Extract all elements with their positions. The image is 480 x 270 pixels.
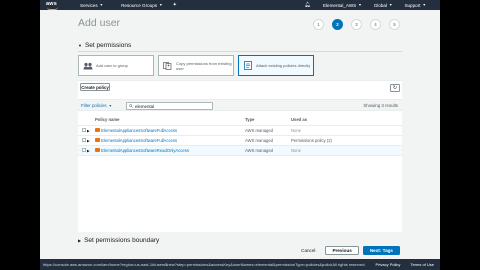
- resource-groups-label: Resource Groups: [121, 2, 158, 8]
- status-bar: https://console.aws.amazon.com/iam/home?…: [40, 259, 440, 270]
- set-permissions-toggle[interactable]: ▼ Set permissions: [78, 42, 131, 49]
- policy-type: AWS managed: [245, 145, 291, 156]
- search-input[interactable]: [135, 103, 205, 109]
- col-policy-name[interactable]: Policy name: [95, 115, 245, 126]
- aws-smile-icon: [47, 7, 58, 10]
- terms-of-use-link[interactable]: Terms of Use: [410, 262, 434, 267]
- option-attach-policies[interactable]: Attach existing policies directly: [238, 55, 314, 76]
- table-row[interactable]: ▶ ElementalAppliancesSoftwareFullAccess …: [78, 125, 402, 136]
- option-add-to-group[interactable]: Add user to group: [78, 55, 154, 76]
- chevron-down-icon: ▼: [159, 3, 163, 7]
- letterbox-right: [440, 0, 480, 270]
- set-boundary-heading: Set permissions boundary: [84, 237, 160, 244]
- policy-used-as: None: [291, 145, 402, 156]
- policy-icon: [95, 148, 100, 153]
- pin-icon[interactable]: ✦: [173, 2, 177, 8]
- support-label: Support: [404, 2, 421, 8]
- policy-icon: [95, 128, 100, 133]
- row-checkbox[interactable]: [82, 127, 86, 132]
- policy-icon: [95, 138, 100, 143]
- policy-type: AWS managed: [245, 125, 291, 136]
- page-title: Add user: [78, 17, 121, 29]
- policy-table: Policy name Type Used as ▶ ElementalAppl…: [78, 115, 402, 156]
- col-type[interactable]: Type: [245, 115, 291, 126]
- chevron-down-icon: ▼: [99, 3, 104, 7]
- table-header-row: Policy name Type Used as: [78, 115, 402, 126]
- step-1[interactable]: 1: [313, 19, 324, 30]
- create-policy-button[interactable]: Create policy: [80, 83, 110, 91]
- table-row[interactable]: ▶ ElementalAppliancesSoftwareFullAccess …: [78, 135, 402, 146]
- account-label: Elemental_AWS: [322, 2, 357, 8]
- triangle-right-icon[interactable]: ▶: [87, 149, 90, 153]
- chevron-down-icon: ▼: [422, 3, 426, 7]
- policy-panel: Create policy ↻ Filter policies ▼ Showin…: [78, 80, 402, 232]
- chevron-down-icon: ▼: [108, 103, 113, 108]
- rights-text: All rights reserved.: [332, 262, 366, 267]
- policy-name-link[interactable]: ElementalAppliancesSoftwareReadOnlyAcces…: [101, 148, 189, 153]
- set-permissions-heading: Set permissions: [84, 42, 132, 49]
- triangle-right-icon[interactable]: ▶: [87, 129, 90, 133]
- results-count: Showing 3 results: [363, 103, 398, 108]
- next-tags-button[interactable]: Next: Tags: [362, 246, 400, 255]
- filter-bar: Filter policies ▼ Showing 3 results: [78, 99, 402, 111]
- top-navigation: aws Services ▼ Resource Groups ▼ ✦ 🔔︎ El…: [40, 0, 440, 10]
- option-label: Add user to group: [96, 63, 128, 68]
- triangle-down-icon: ▼: [78, 43, 82, 48]
- letterbox-left: [0, 0, 40, 270]
- account-menu[interactable]: Elemental_AWS ▼: [323, 3, 362, 8]
- services-label: Services: [80, 2, 98, 8]
- policy-used-as: None: [291, 125, 402, 136]
- chevron-down-icon: ▼: [388, 3, 393, 7]
- wizard-steps: 1 2 3 4 5: [313, 19, 400, 30]
- policy-name-link[interactable]: ElementalAppliancesSoftwareFullAccess: [101, 128, 177, 133]
- search-box[interactable]: [126, 102, 213, 110]
- bell-icon[interactable]: 🔔︎: [305, 2, 311, 8]
- chevron-down-icon: ▼: [358, 3, 362, 7]
- policy-used-as: Permissions policy (2): [291, 135, 402, 146]
- option-copy-permissions[interactable]: Copy permissions from existing user: [158, 55, 234, 76]
- set-boundary-toggle[interactable]: ▶ Set permissions boundary: [78, 237, 159, 244]
- policy-type: AWS managed: [245, 135, 291, 146]
- triangle-right-icon[interactable]: ▶: [87, 139, 90, 143]
- step-5[interactable]: 5: [389, 19, 400, 30]
- step-2[interactable]: 2: [332, 19, 343, 30]
- filter-policies-dropdown[interactable]: Filter policies ▼: [81, 103, 112, 108]
- option-label: Attach existing policies directly: [256, 63, 311, 68]
- refresh-button[interactable]: ↻: [390, 84, 400, 92]
- copy-user-icon: [163, 61, 173, 70]
- console-window: aws Services ▼ Resource Groups ▼ ✦ 🔔︎ El…: [40, 0, 440, 270]
- triangle-right-icon: ▶: [78, 238, 82, 243]
- search-icon: [129, 103, 133, 109]
- cancel-button[interactable]: Cancel: [301, 248, 315, 253]
- option-label: Copy permissions from existing user: [176, 60, 232, 71]
- row-checkbox[interactable]: [82, 137, 86, 142]
- row-checkbox[interactable]: [82, 147, 86, 152]
- region-label: Global: [373, 2, 387, 8]
- section-divider: [78, 51, 402, 52]
- table-row[interactable]: ▶ ElementalAppliancesSoftwareReadOnlyAcc…: [78, 145, 402, 156]
- policy-name-link[interactable]: ElementalAppliancesSoftwareFullAccess: [101, 138, 177, 143]
- wizard-footer: Cancel Previous Next: Tags: [301, 246, 400, 255]
- step-4[interactable]: 4: [370, 19, 381, 30]
- filter-label: Filter policies: [81, 103, 107, 108]
- resource-groups-menu[interactable]: Resource Groups ▼: [121, 3, 162, 8]
- services-menu[interactable]: Services ▼: [80, 3, 103, 8]
- users-group-icon: [83, 61, 93, 70]
- aws-logo[interactable]: aws: [46, 1, 62, 10]
- privacy-policy-link[interactable]: Privacy Policy: [376, 262, 401, 267]
- link-url-preview: https://console.aws.amazon.com/iam/home?…: [43, 262, 332, 267]
- support-menu[interactable]: Support ▼: [404, 3, 426, 8]
- col-used-as[interactable]: Used as: [291, 115, 402, 126]
- previous-button[interactable]: Previous: [325, 246, 359, 255]
- document-icon: [243, 61, 253, 70]
- region-menu[interactable]: Global ▼: [374, 3, 393, 8]
- step-3[interactable]: 3: [351, 19, 362, 30]
